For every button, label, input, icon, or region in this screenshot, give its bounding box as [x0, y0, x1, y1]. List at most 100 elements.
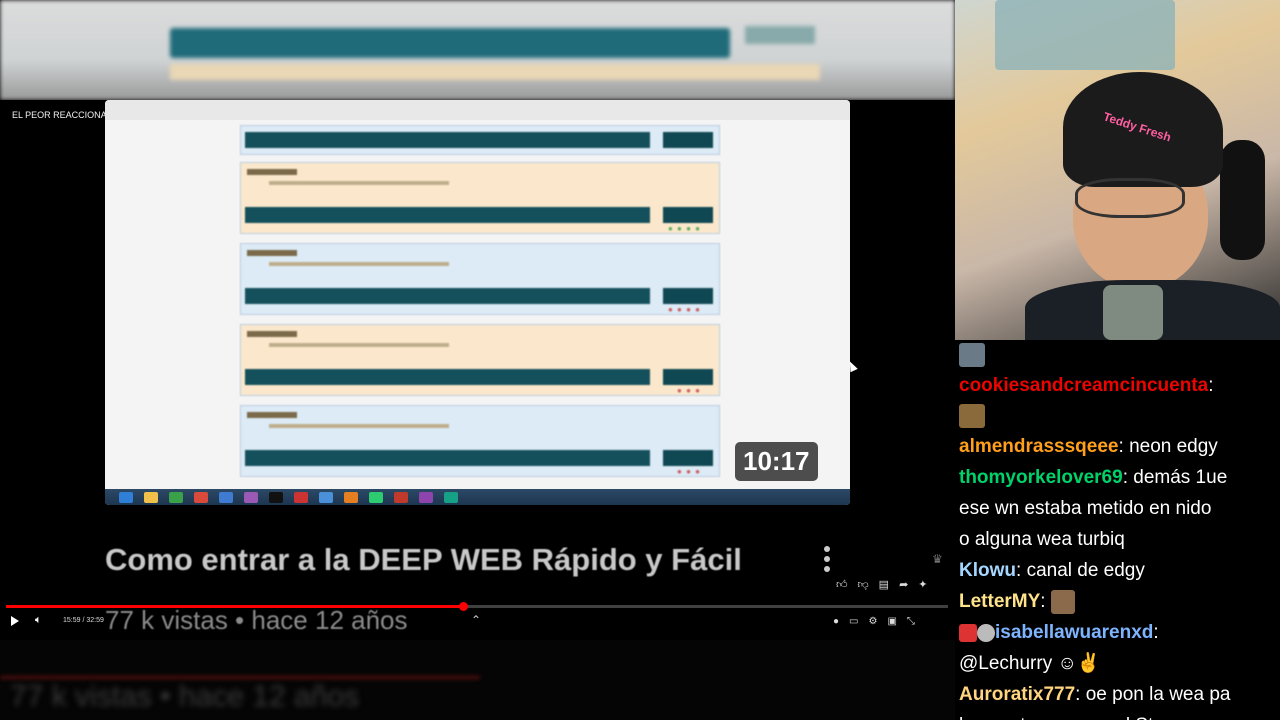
autoplay-toggle-icon[interactable]: ●: [833, 616, 839, 627]
comment-icon[interactable]: ▤: [879, 578, 889, 591]
forum-post: ● ● ● ●: [240, 243, 720, 315]
right-controls: ● ▭ ⚙ ▣ ⤡: [833, 616, 915, 627]
post-dots: ● ● ● ●: [668, 224, 701, 233]
post-title: [247, 169, 297, 175]
blurred-strip: [170, 64, 820, 80]
chat-text: neon edgy: [1129, 436, 1218, 457]
chat-message: Auroratix777: oe pon la wea pa: [959, 684, 1231, 705]
rocket-badge-icon: [959, 623, 977, 642]
volume-icon[interactable]: 🔈︎: [35, 614, 42, 627]
action-row: 👍︎ 👎︎ ▤ ➦ ✦: [836, 578, 928, 591]
chat-message-continued: ese wn estaba metido en nido: [959, 498, 1212, 519]
chat-message-continued: los puntos por ver el Stream: [959, 710, 1280, 720]
glasses: [1075, 178, 1185, 218]
recommended-video-title[interactable]: Como entrar a la DEEP WEB Rápido y Fácil: [105, 542, 742, 578]
post-bar-end: [663, 207, 713, 223]
post-bar: [245, 132, 650, 148]
settings-icon[interactable]: ⚙: [869, 616, 878, 627]
post-bar: [245, 369, 650, 385]
taskbar-icon: [244, 491, 258, 503]
emote-icon: [1050, 589, 1075, 614]
post-title: [247, 412, 297, 418]
sparkle-icon[interactable]: ✦: [918, 578, 927, 591]
play-icon[interactable]: [11, 616, 19, 626]
forum-post: ● ● ●: [240, 405, 720, 477]
taskbar-icon: [369, 491, 383, 503]
microphone: [1103, 285, 1163, 340]
post-line: [269, 262, 449, 266]
like-icon[interactable]: 👍︎: [836, 578, 848, 591]
smiley-badge-icon: [977, 623, 995, 642]
blurred-bar: [170, 28, 730, 58]
forum-post: ● ● ● ●: [240, 162, 720, 234]
user-badge: [959, 343, 985, 367]
subtitles-icon[interactable]: ▭: [849, 616, 858, 627]
taskbar-icon: [394, 491, 408, 503]
taskbar-icon: [419, 491, 433, 503]
user-badge: [959, 404, 985, 428]
post-bar-end: [663, 369, 713, 385]
chat-username[interactable]: cookiesandcreamcincuenta: [959, 375, 1208, 396]
stream-chat: cookiesandcreamcincuenta: almendrasssqee…: [955, 340, 1280, 720]
taskbar-icon: [444, 491, 458, 503]
post-dots: ● ● ● ●: [668, 305, 701, 314]
chat-text: demás 1ue: [1133, 467, 1228, 488]
progress-fill: [6, 605, 463, 608]
video-player[interactable]: EL PEOR REACCIONADOR DE TIKTOK | Canal d…: [0, 100, 955, 640]
chat-username[interactable]: Auroratix777: [959, 684, 1075, 705]
progress-knob[interactable]: [458, 602, 468, 611]
windows-taskbar: [105, 489, 850, 505]
post-title: [247, 331, 297, 337]
post-line: [269, 343, 449, 347]
post-bar-end: [663, 288, 713, 304]
cast-icon[interactable]: ▣: [887, 616, 896, 627]
progress-bar[interactable]: [6, 602, 948, 611]
forum-post: [240, 125, 720, 155]
post-bar: [245, 288, 650, 304]
chat-message: cookiesandcreamcincuenta:: [959, 375, 1214, 396]
emote-icon: ☺✌: [1057, 653, 1101, 674]
taskbar-icon: [294, 491, 308, 503]
chat-text: oe pon la wea pa: [1085, 684, 1231, 705]
chat-username[interactable]: LetterMY: [959, 591, 1040, 612]
chat-message: thomyorkelover69: demás 1ue: [959, 467, 1228, 488]
post-line: [269, 424, 449, 428]
chat-message: LetterMY:: [959, 586, 1280, 617]
chat-username[interactable]: Klowu: [959, 560, 1016, 581]
chat-username[interactable]: isabellawuarenxd: [995, 622, 1153, 643]
crown-icon: ♛: [932, 552, 943, 566]
dislike-icon[interactable]: 👎︎: [858, 578, 869, 591]
headphones: [1220, 140, 1265, 260]
post-bar-end: [663, 450, 713, 466]
fullscreen-exit-icon[interactable]: ⤡: [907, 616, 915, 627]
taskbar-icon: [119, 491, 133, 503]
post-dots: ● ● ●: [677, 386, 701, 395]
taskbar-icon: [344, 491, 358, 503]
taskbar-icon: [144, 491, 158, 503]
chat-message: almendrasssqeee: neon edgy: [959, 436, 1218, 457]
background-blur-bottom: 77 k vistas • hace 12 años: [0, 640, 955, 720]
taskbar-icon: [169, 491, 183, 503]
duration-badge: 10:17: [735, 442, 818, 481]
background-blur-top: [0, 0, 955, 100]
more-options-icon[interactable]: [822, 546, 832, 576]
chat-username[interactable]: thomyorkelover69: [959, 467, 1123, 488]
post-title: [247, 250, 297, 256]
taskbar-icon: [269, 491, 283, 503]
taskbar-icon: [194, 491, 208, 503]
chat-message-continued: @Lechurry ☺✌: [959, 648, 1280, 679]
wall-poster: [995, 0, 1175, 70]
chat-message: isabellawuarenxd:: [959, 617, 1280, 648]
chat-username[interactable]: almendrasssqeee: [959, 436, 1119, 457]
chat-message: Klowu: canal de edgy: [959, 560, 1145, 581]
blurred-views-text: 77 k vistas • hace 12 años: [10, 680, 360, 713]
post-line: [269, 181, 449, 185]
chevron-up-icon[interactable]: ⌃: [471, 613, 481, 627]
chat-text: @Lechurry: [959, 653, 1053, 674]
blurred-bar-small: [745, 26, 815, 44]
forum-post: ● ● ●: [240, 324, 720, 396]
share-icon[interactable]: ➦: [899, 578, 908, 591]
post-bar-end: [663, 132, 713, 148]
taskbar-icon: [319, 491, 333, 503]
streamer-webcam: Teddy Fresh: [955, 0, 1280, 340]
